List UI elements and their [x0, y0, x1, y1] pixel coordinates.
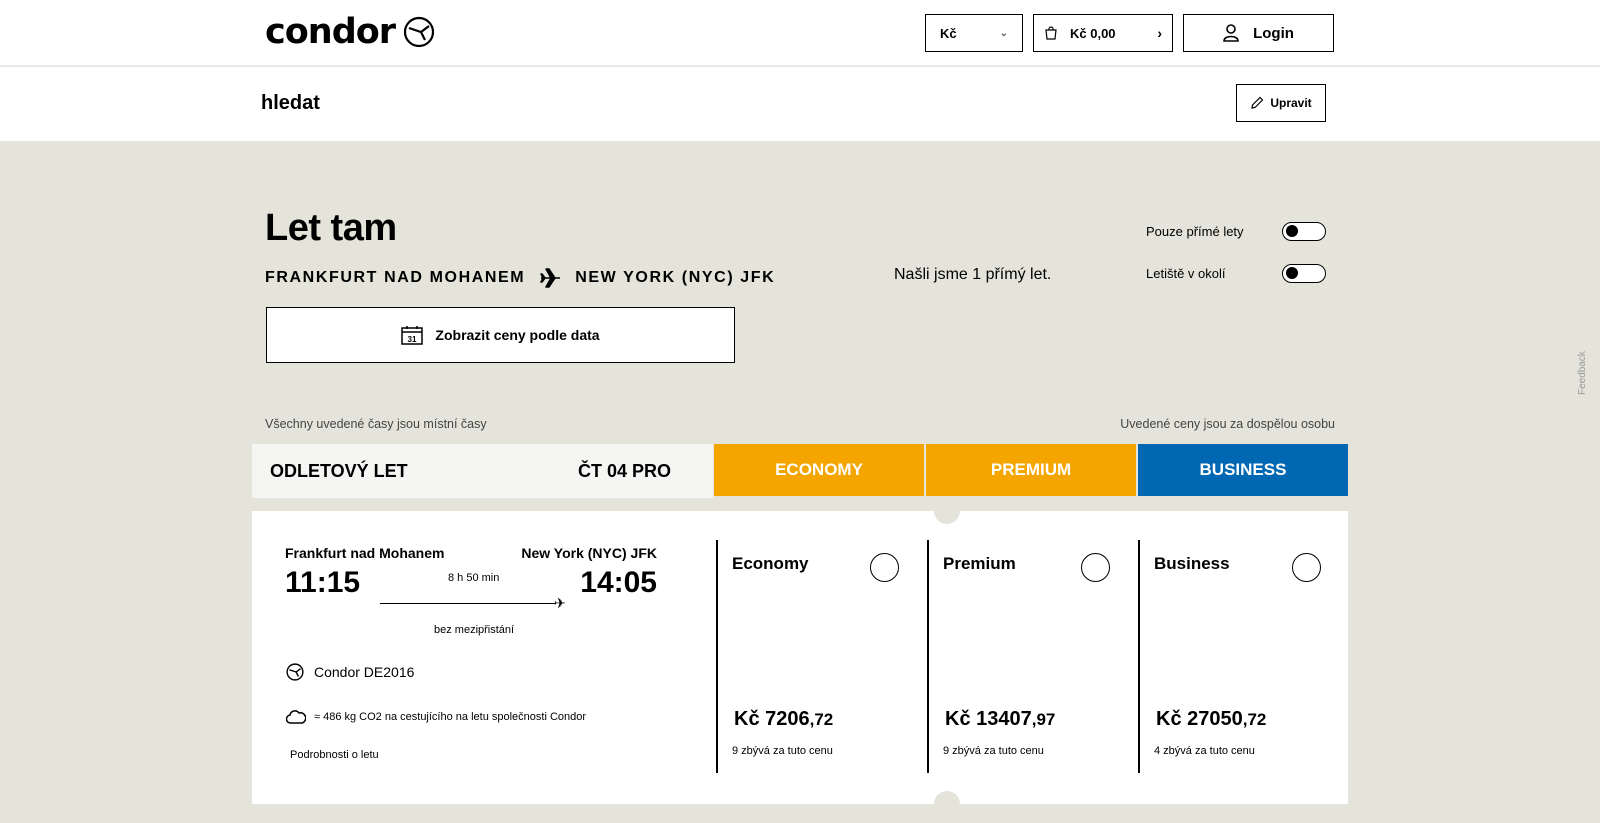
currency-value: Kč [940, 25, 957, 41]
nearby-airports-filter: Letiště v okolí [1146, 264, 1326, 283]
shopping-bag-icon [1045, 26, 1057, 40]
co2-text: ≈ 486 kg CO2 na cestujícího na letu spol… [314, 711, 587, 723]
chevron-right-icon: › [1157, 25, 1162, 41]
logo-text: condor [265, 12, 396, 52]
fare-name: Economy [732, 554, 809, 573]
direct-flights-label: Pouze přímé lety [1146, 224, 1244, 239]
nearby-airports-label: Letiště v okolí [1146, 266, 1226, 281]
cloud-icon [286, 710, 306, 724]
route-origin: FRANKFURT NAD MOHANEM [265, 269, 526, 286]
flight-details-link[interactable]: Podrobnosti o letu [290, 749, 379, 761]
login-button[interactable]: Login [1183, 14, 1334, 52]
route-destination: NEW YORK (NYC) JFK [575, 269, 776, 286]
fare-radio[interactable] [1292, 553, 1321, 582]
tab-premium[interactable]: PREMIUM [926, 444, 1136, 496]
nearby-airports-toggle[interactable] [1282, 264, 1326, 283]
fare-economy[interactable]: Economy Kč 7206,72 9 zbývá za tuto cenu [716, 540, 911, 773]
direct-flights-toggle[interactable] [1282, 222, 1326, 241]
fare-premium[interactable]: Premium Kč 13407,97 9 zbývá za tuto cenu [927, 540, 1122, 773]
tab-business[interactable]: BUSINESS [1138, 444, 1348, 496]
date-button-label: Zobrazit ceny podle data [435, 327, 600, 343]
calendar-icon: 31 [401, 326, 424, 345]
departure-city: Frankfurt nad Mohanem [285, 545, 445, 561]
condor-bird-icon [286, 663, 304, 681]
carrier-info: Condor DE2016 [286, 663, 414, 681]
chevron-down-icon: ⌄ [999, 27, 1008, 39]
cart-button[interactable]: Kč 0,00 › [1033, 14, 1173, 52]
route-summary: FRANKFURT NAD MOHANEM NEW YORK (NYC) JFK [265, 268, 775, 288]
flight-table-header: ODLETOVÝ LET ČT 04 PRO [252, 444, 713, 498]
page-subtitle: hledat [261, 92, 320, 114]
condor-bird-icon [403, 16, 435, 48]
flight-number: Condor DE2016 [314, 664, 415, 680]
fare-radio[interactable] [870, 553, 899, 582]
fare-price: Kč 13407,97 [945, 708, 1056, 730]
edit-label: Upravit [1270, 96, 1312, 110]
plane-icon: ✈ [554, 595, 566, 611]
fare-name: Business [1154, 554, 1230, 573]
flight-duration: 8 h 50 min [448, 572, 500, 584]
departure-time: 11:15 [285, 566, 361, 599]
flight-card: Frankfurt nad Mohanem New York (NYC) JFK… [252, 498, 1348, 817]
search-subheader: hledat Upravit [0, 67, 1600, 141]
show-prices-by-date-button[interactable]: 31 Zobrazit ceny podle data [266, 307, 735, 363]
currency-select[interactable]: Kč ⌄ [925, 14, 1023, 52]
direct-flights-filter: Pouze přímé lety [1146, 222, 1326, 241]
results-count: Našli jsme 1 přímý let. [894, 266, 1052, 283]
top-header: condor Kč ⌄ Kč 0,00 › Login [0, 0, 1600, 66]
calendar-day: 31 [408, 335, 417, 344]
card-notch [934, 791, 960, 817]
page-title: Let tam [265, 207, 397, 249]
tab-economy[interactable]: ECONOMY [714, 444, 924, 496]
stops-info: bez mezipřistání [434, 624, 515, 636]
login-label: Login [1253, 24, 1294, 42]
feedback-tab[interactable]: Feedback [1577, 351, 1588, 395]
fare-radio[interactable] [1081, 553, 1110, 582]
cart-total: Kč 0,00 [1070, 25, 1116, 41]
route-line [380, 603, 556, 604]
edit-search-button[interactable]: Upravit [1236, 84, 1326, 122]
plane-icon [540, 268, 561, 288]
fare-business[interactable]: Business Kč 27050,72 4 zbývá za tuto cen… [1138, 540, 1333, 773]
seats-remaining: 4 zbývá za tuto cenu [1154, 745, 1255, 757]
fare-price: Kč 27050,72 [1156, 708, 1267, 730]
price-note: Uvedené ceny jsou za dospělou osobu [1120, 417, 1335, 431]
arrival-time: 14:05 [580, 566, 657, 599]
user-icon [1223, 24, 1239, 42]
co2-info: ≈ 486 kg CO2 na cestujícího na letu spol… [286, 709, 586, 725]
arrival-city: New York (NYC) JFK [521, 545, 657, 561]
fare-name: Premium [943, 554, 1016, 573]
seats-remaining: 9 zbývá za tuto cenu [732, 745, 833, 757]
local-times-note: Všechny uvedené časy jsou místní časy [265, 417, 487, 431]
card-notch [934, 498, 960, 524]
seats-remaining: 9 zbývá za tuto cenu [943, 745, 1044, 757]
condor-logo[interactable]: condor [265, 12, 435, 52]
pencil-icon [1251, 96, 1264, 109]
fare-price: Kč 7206,72 [734, 708, 834, 730]
flight-date-header: ČT 04 PRO [577, 460, 671, 481]
departure-flight-header: ODLETOVÝ LET [270, 460, 408, 481]
